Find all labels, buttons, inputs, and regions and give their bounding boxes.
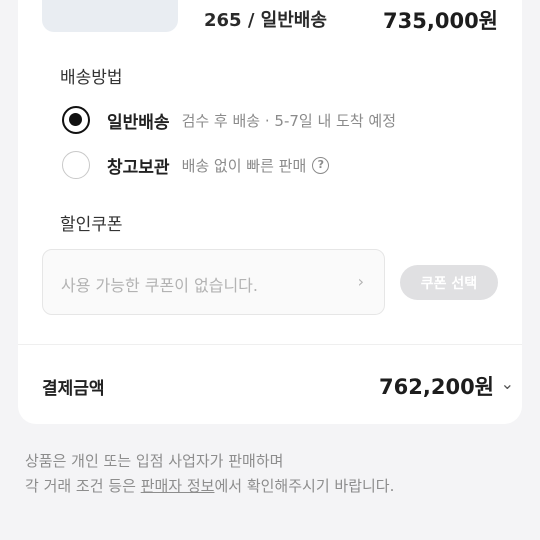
coupon-placeholder: 사용 가능한 쿠폰이 없습니다. [61, 276, 258, 295]
radio-selected-icon[interactable] [62, 106, 90, 134]
shipping-option-label: 일반배송 [107, 112, 170, 133]
payment-total-label: 결제금액 [42, 379, 105, 399]
help-icon[interactable]: ? [312, 156, 330, 174]
coupon-select-button[interactable]: 쿠폰 선택 [400, 265, 498, 300]
order-card: 265 / 일반배송 735,000원 배송방법 일반배송 검수 후 배송 · … [18, 0, 522, 424]
shipping-option-storage[interactable]: 창고보관 배송 없이 빠른 판매 ? [62, 151, 330, 179]
notice-text: 각 거래 조건 등은 [25, 477, 141, 495]
payment-total-value[interactable]: 762,200원 [379, 371, 494, 401]
seller-notice: 상품은 개인 또는 입점 사업자가 판매하며 각 거래 조건 등은 판매자 정보… [25, 449, 394, 499]
notice-line-2: 각 거래 조건 등은 판매자 정보에서 확인해주시기 바랍니다. [25, 474, 394, 499]
shipping-option-desc: 배송 없이 빠른 판매 [181, 156, 307, 175]
product-price: 735,000원 [383, 9, 498, 33]
product-option: 265 / 일반배송 [204, 10, 327, 31]
divider [18, 344, 522, 345]
notice-line-1: 상품은 개인 또는 입점 사업자가 판매하며 [25, 452, 284, 470]
radio-unselected-icon[interactable] [62, 151, 90, 179]
coupon-section-title: 할인쿠폰 [60, 215, 123, 235]
shipping-option-label: 창고보관 [107, 157, 170, 178]
shipping-option-standard[interactable]: 일반배송 검수 후 배송 · 5-7일 내 도착 예정 [62, 106, 396, 134]
shipping-option-desc: 검수 후 배송 · 5-7일 내 도착 예정 [181, 111, 397, 130]
product-thumbnail [42, 0, 178, 32]
notice-text: 에서 확인해주시기 바랍니다. [214, 477, 395, 495]
coupon-selector[interactable]: 사용 가능한 쿠폰이 없습니다. › [42, 249, 385, 315]
chevron-right-icon: › [357, 272, 364, 291]
shipping-section-title: 배송방법 [60, 68, 123, 88]
chevron-down-icon[interactable]: ⌄ [501, 374, 514, 393]
seller-info-link[interactable]: 판매자 정보 [141, 477, 215, 495]
